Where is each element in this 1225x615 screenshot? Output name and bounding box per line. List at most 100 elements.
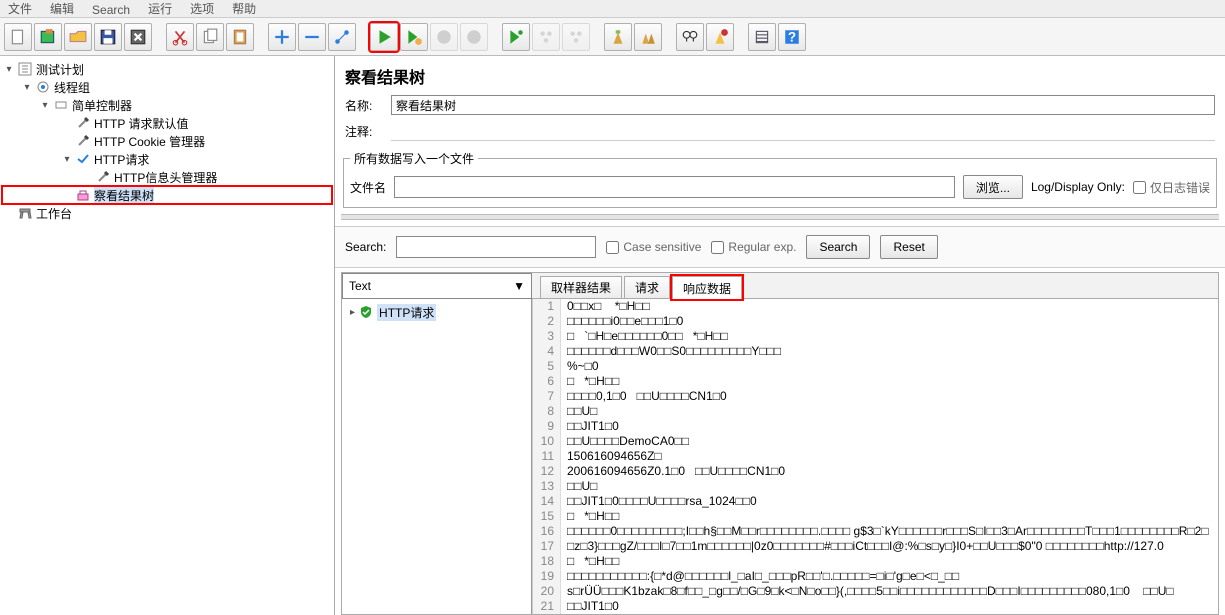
cut-button[interactable] bbox=[166, 23, 194, 51]
menu-help[interactable]: 帮助 bbox=[228, 0, 260, 17]
remote-stop-button[interactable] bbox=[562, 23, 590, 51]
clear-all-button[interactable] bbox=[634, 23, 662, 51]
tree-http-defaults[interactable]: HTTP 请求默认值 bbox=[94, 115, 188, 132]
new-button[interactable] bbox=[4, 23, 32, 51]
line-content: □□□□□□0□□□□□□□□□;I□□h§□□M□□r□□□□□□□□.□□□… bbox=[561, 524, 1209, 539]
code-line: 12200616094656Z0.1□0 □□U□□□□CN1□0 bbox=[533, 464, 1218, 479]
start-no-pause-button[interactable] bbox=[400, 23, 428, 51]
line-content: s□rÜÜ□□□K1bzak□8□f□□_□g□□/□G□9□k<□N□o□□}… bbox=[561, 584, 1174, 599]
line-number: 15 bbox=[533, 509, 561, 524]
toggle-icon[interactable]: ▾ bbox=[60, 154, 74, 165]
line-content: □ *□H□□ bbox=[561, 509, 619, 524]
renderer-select[interactable]: Text ▼ bbox=[342, 273, 532, 299]
code-line: 20s□rÜÜ□□□K1bzak□8□f□□_□g□□/□G□9□k<□N□o□… bbox=[533, 584, 1218, 599]
code-line: 7□□□□0,1□0 □□U□□□□CN1□0 bbox=[533, 389, 1218, 404]
function-helper-button[interactable] bbox=[748, 23, 776, 51]
line-content: □z□3}□□□gZ/□□□I□7□□1m□□□□□□|0z0□□□□□□□#□… bbox=[561, 539, 1164, 554]
errors-only-checkbox[interactable] bbox=[1133, 181, 1146, 194]
reset-button[interactable]: Reset bbox=[880, 235, 937, 259]
reset-search-button[interactable] bbox=[706, 23, 734, 51]
result-tabs: 取样器结果 请求 响应数据 bbox=[532, 273, 1218, 299]
paste-button[interactable] bbox=[226, 23, 254, 51]
stop-button[interactable] bbox=[430, 23, 458, 51]
menu-edit[interactable]: 编辑 bbox=[46, 0, 78, 17]
name-label: 名称: bbox=[345, 97, 385, 114]
find-button[interactable] bbox=[676, 23, 704, 51]
config-icon bbox=[74, 133, 92, 149]
toggle-icon[interactable]: ▾ bbox=[38, 100, 52, 111]
toggle-icon[interactable]: ▾ bbox=[20, 82, 34, 93]
log-display-label: Log/Display Only: bbox=[1031, 180, 1125, 194]
tree-http-request[interactable]: HTTP请求 bbox=[94, 151, 149, 168]
comment-input[interactable] bbox=[391, 121, 1215, 141]
tree-cookie-mgr[interactable]: HTTP Cookie 管理器 bbox=[94, 133, 205, 150]
tab-response-data[interactable]: 响应数据 bbox=[672, 276, 742, 299]
line-content: □□U□ bbox=[561, 479, 597, 494]
save-button[interactable] bbox=[94, 23, 122, 51]
code-line: 4□□□□□□d□□□W0□□S0□□□□□□□□□Y□□□ bbox=[533, 344, 1218, 359]
line-content: □ *□H□□ bbox=[561, 374, 619, 389]
remote-start-button[interactable] bbox=[502, 23, 530, 51]
tab-sampler-result[interactable]: 取样器结果 bbox=[540, 276, 622, 298]
start-button[interactable] bbox=[370, 23, 398, 51]
menu-file[interactable]: 文件 bbox=[4, 0, 36, 17]
tree-view-results[interactable]: 察看结果树 bbox=[94, 187, 154, 204]
menu-bar: 文件 编辑 Search 运行 选项 帮助 bbox=[0, 0, 1225, 18]
line-content: 150616094656Z□ bbox=[561, 449, 662, 464]
line-number: 12 bbox=[533, 464, 561, 479]
toggle-icon[interactable]: ▾ bbox=[2, 64, 16, 75]
toggle-button[interactable] bbox=[328, 23, 356, 51]
line-content: □ *□H□□ bbox=[561, 554, 619, 569]
tree-test-plan[interactable]: 测试计划 bbox=[36, 61, 84, 78]
code-line: 10□□x□ *□H□□ bbox=[533, 299, 1218, 314]
open-button[interactable] bbox=[64, 23, 92, 51]
save-as-button[interactable] bbox=[124, 23, 152, 51]
filename-input[interactable] bbox=[394, 176, 955, 198]
line-number: 18 bbox=[533, 554, 561, 569]
toggle-icon[interactable]: ▸ bbox=[350, 307, 355, 318]
search-input[interactable] bbox=[396, 236, 596, 258]
tab-request[interactable]: 请求 bbox=[624, 276, 670, 298]
line-content: □ `□H□e□□□□□□0□□ *□H□□ bbox=[561, 329, 728, 344]
copy-button[interactable] bbox=[196, 23, 224, 51]
shutdown-button[interactable] bbox=[460, 23, 488, 51]
templates-button[interactable] bbox=[34, 23, 62, 51]
expand-button[interactable] bbox=[268, 23, 296, 51]
code-line: 15□ *□H□□ bbox=[533, 509, 1218, 524]
code-line: 17□z□3}□□□gZ/□□□I□7□□1m□□□□□□|0z0□□□□□□□… bbox=[533, 539, 1218, 554]
line-content: □□□□□□□□□□□:{□*d@□□□□□□l_□aI□_□□□pR□□'□.… bbox=[561, 569, 959, 584]
response-data-view[interactable]: 10□□x□ *□H□□2□□□□□□i0□□e□□□1□03□ `□H□e□□… bbox=[532, 299, 1218, 614]
line-number: 6 bbox=[533, 374, 561, 389]
line-number: 7 bbox=[533, 389, 561, 404]
search-button[interactable]: Search bbox=[806, 235, 870, 259]
menu-options[interactable]: 选项 bbox=[186, 0, 218, 17]
code-line: 13□□U□ bbox=[533, 479, 1218, 494]
line-number: 10 bbox=[533, 434, 561, 449]
errors-only-label: 仅日志错误 bbox=[1150, 179, 1210, 196]
tree-header-mgr[interactable]: HTTP信息头管理器 bbox=[114, 169, 217, 186]
file-label: 文件名 bbox=[350, 179, 386, 196]
tree-thread-group[interactable]: 线程组 bbox=[54, 79, 90, 96]
tree-workbench[interactable]: 工作台 bbox=[36, 205, 72, 222]
test-plan-tree[interactable]: ▾测试计划 ▾线程组 ▾简单控制器 HTTP 请求默认值 HTTP Cookie… bbox=[0, 56, 335, 615]
workbench-icon bbox=[16, 205, 34, 221]
regex-checkbox[interactable] bbox=[711, 241, 724, 254]
case-sensitive-checkbox[interactable] bbox=[606, 241, 619, 254]
line-number: 14 bbox=[533, 494, 561, 509]
regex-label: Regular exp. bbox=[728, 240, 796, 254]
line-number: 20 bbox=[533, 584, 561, 599]
line-number: 3 bbox=[533, 329, 561, 344]
browse-button[interactable]: 浏览... bbox=[963, 175, 1023, 199]
tree-simple-controller[interactable]: 简单控制器 bbox=[72, 97, 132, 114]
help-button[interactable]: ? bbox=[778, 23, 806, 51]
splitter[interactable] bbox=[341, 214, 1219, 220]
line-content: □□U□□□□DemoCA0□□ bbox=[561, 434, 689, 449]
menu-search[interactable]: Search bbox=[88, 3, 134, 17]
sample-row[interactable]: ▸ HTTP请求 bbox=[344, 303, 529, 321]
name-input[interactable] bbox=[391, 95, 1215, 115]
menu-run[interactable]: 运行 bbox=[144, 0, 176, 17]
sample-list[interactable]: ▸ HTTP请求 bbox=[342, 299, 532, 614]
clear-button[interactable] bbox=[604, 23, 632, 51]
remote-start-all-button[interactable] bbox=[532, 23, 560, 51]
collapse-button[interactable] bbox=[298, 23, 326, 51]
